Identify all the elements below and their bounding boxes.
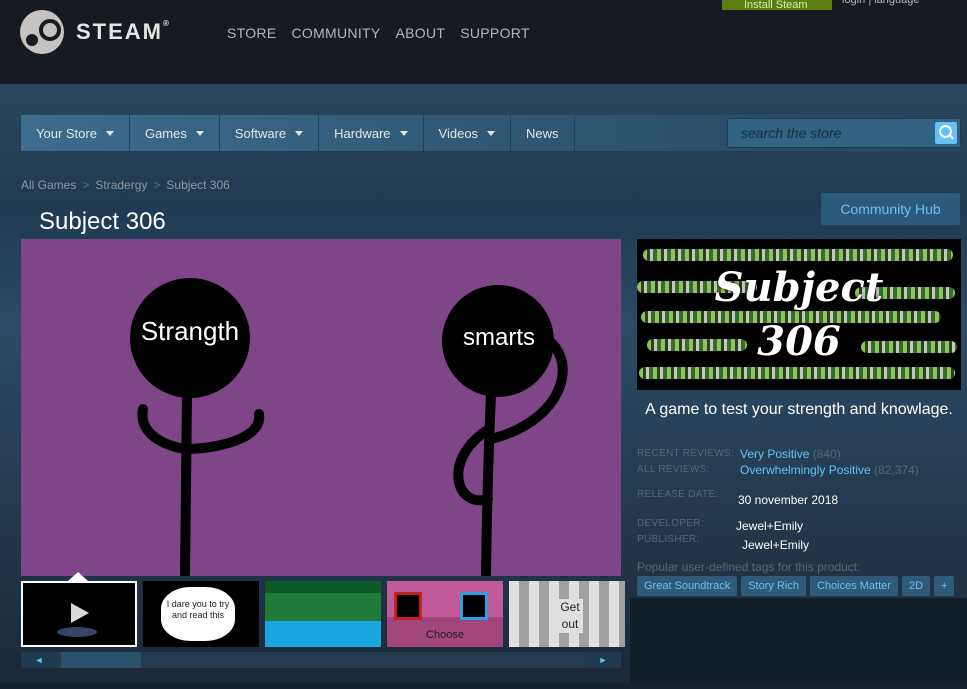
community-hub-button[interactable]: Community Hub [821,193,960,225]
store-nav: Your Store Games Software Hardware Video… [21,115,961,151]
tab-news[interactable]: News [511,115,575,151]
recent-reviews-label: RECENT REVIEWS: [637,448,735,459]
thumbnail-scrollbar[interactable]: ◄ ► [21,652,621,668]
tag-story-rich[interactable]: Story Rich [741,576,806,596]
breadcrumb-current[interactable]: Subject 306 [166,178,229,192]
chevron-down-icon [487,130,496,136]
tags-label: Popular user-defined tags for this produ… [637,560,861,574]
steam-logo-icon [20,10,64,54]
scroll-handle[interactable] [61,652,141,668]
search-box [727,118,961,148]
lower-panel [630,598,967,689]
selected-thumb-indicator [68,572,88,581]
tab-games[interactable]: Games [130,115,220,151]
tag-list: Great Soundtrack Story Rich Choices Matt… [637,576,955,596]
tag-great-soundtrack[interactable]: Great Soundtrack [637,576,738,596]
page-title: Subject 306 [39,208,166,235]
main-nav: STORE COMMUNITY ABOUT SUPPORT [227,25,545,41]
language-link[interactable]: language [874,0,919,6]
chevron-down-icon [105,130,114,136]
chevron-down-icon [195,130,204,136]
nav-about[interactable]: ABOUT [396,25,446,41]
thumbnail-2[interactable] [265,581,381,647]
publisher-value[interactable]: Jewel+Emily [742,538,809,552]
tab-hardware[interactable]: Hardware [319,115,424,151]
nav-store[interactable]: STORE [227,25,276,41]
left-figure-arm-right [180,409,265,454]
breadcrumb-developer[interactable]: Stradergy [95,178,147,192]
chevron-down-icon [295,130,304,136]
publisher-label: PUBLISHER: [637,534,700,545]
tag-choices-matter[interactable]: Choices Matter [809,576,898,596]
thumbnail-4[interactable]: Get out [509,581,625,647]
capsule-title: Subject 306 [714,264,884,365]
logo-text: STEAM [76,19,163,44]
search-icon[interactable] [935,122,957,144]
tab-your-store[interactable]: Your Store [21,115,130,151]
install-steam-button[interactable]: Install Steam [722,0,832,11]
thumb-glow [57,627,97,637]
recent-reviews-value[interactable]: Very Positive (840) [740,447,841,461]
stick-figures-image: Strangth smarts [130,278,568,576]
logo-trademark: ® [163,19,171,28]
login-link[interactable]: login [842,0,865,6]
right-figure-body [481,389,496,576]
breadcrumb: All Games > Stradergy > Subject 306 [21,178,236,192]
thumbnail-video[interactable] [21,581,137,647]
all-reviews-label: ALL REVIEWS: [637,464,710,475]
chevron-down-icon [399,130,408,136]
global-header: STEAM® STORE COMMUNITY ABOUT SUPPORT Ins… [0,0,967,84]
store-page: { "header": { "logo_text": "STEAM", "log… [0,0,967,689]
account-links: login | language [842,0,920,6]
release-date-value: 30 november 2018 [738,493,839,507]
developer-value[interactable]: Jewel+Emily [736,519,803,533]
search-input[interactable] [728,119,928,147]
nav-support[interactable]: SUPPORT [460,25,530,41]
steam-logo[interactable]: STEAM® [20,10,171,54]
breadcrumb-separator: > [82,178,90,192]
developer-label: DEVELOPER: [637,518,704,529]
thumbnail-strip: I dare you to try and read this Choose G… [21,581,625,647]
left-figure-arm-left [137,404,190,454]
thumb-speech-bubble: I dare you to try and read this [161,587,235,641]
nav-community[interactable]: COMMUNITY [291,25,380,41]
release-date-label: RELEASE DATE: [637,489,719,500]
thumbnail-3[interactable]: Choose [387,581,503,647]
tab-software[interactable]: Software [220,115,320,151]
main-media-screenshot[interactable]: Strangth smarts [21,239,621,576]
breadcrumb-separator: > [153,178,161,192]
tag-2d[interactable]: 2D [901,576,931,596]
thumb-choose-label: Choose [426,629,464,641]
breadcrumb-all-games[interactable]: All Games [21,178,76,192]
header-capsule-image: Subject 306 [637,239,961,390]
right-figure-label: smarts [463,324,535,351]
bottom-strip [0,683,967,689]
left-figure-label: Strangth [141,316,239,346]
scroll-right-icon[interactable]: ► [585,652,621,668]
scroll-left-icon[interactable]: ◄ [21,652,57,668]
thumbnail-1[interactable]: I dare you to try and read this [143,581,259,647]
add-tag-button[interactable]: + [934,576,955,596]
left-figure-body [180,389,192,576]
thumb-get-out-label: Get out [557,599,583,633]
tab-videos[interactable]: Videos [424,115,512,151]
play-icon [71,603,89,623]
game-description: A game to test your strength and knowlag… [645,401,953,418]
all-reviews-value[interactable]: Overwhelmingly Positive (82,374) [740,463,919,477]
